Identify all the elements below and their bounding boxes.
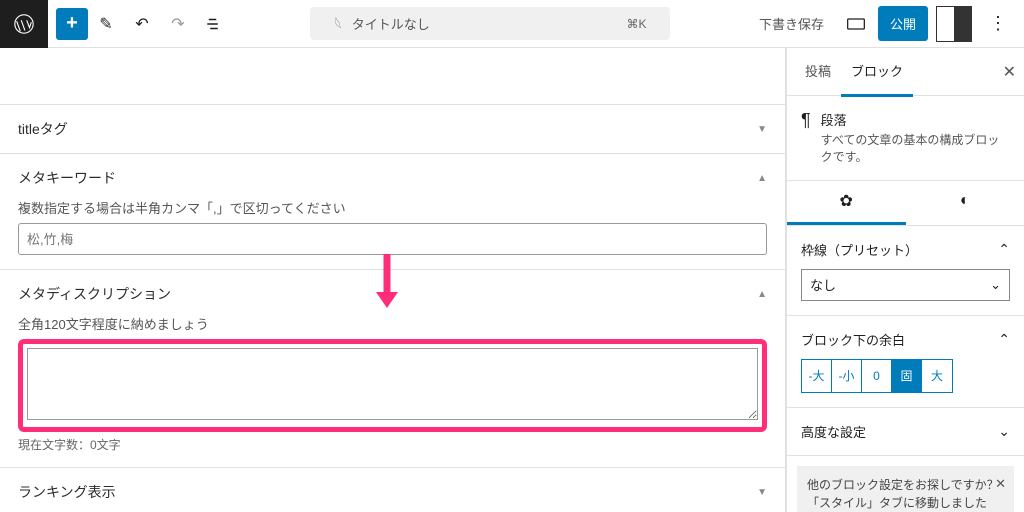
chevron-up-icon: ▲ bbox=[757, 173, 767, 184]
margin-option[interactable]: -大 bbox=[802, 360, 832, 392]
publish-button[interactable]: 公開 bbox=[878, 6, 928, 41]
gear-icon: ✿ bbox=[840, 191, 853, 211]
document-title: タイトルなし bbox=[352, 14, 430, 33]
subtab-styles[interactable]: ◐ bbox=[906, 181, 1024, 225]
panel-label: 枠線（プリセット） bbox=[801, 240, 918, 259]
sidebar-toggle-icon[interactable] bbox=[936, 6, 972, 42]
chevron-down-icon: ▼ bbox=[757, 487, 767, 498]
editor-topbar: + ✎ ↶ ↷ 𓆩 タイトルなし ⌘K 下書き保存 公開 ⋮ bbox=[0, 0, 1024, 48]
margin-button-group: -大-小0固大 bbox=[801, 359, 953, 393]
panel-ranking: ランキング表示 ▼ bbox=[0, 467, 785, 512]
help-text: 複数指定する場合は半角カンマ「,」で区切ってください bbox=[18, 198, 767, 217]
panel-meta-description: メタディスクリプション ▲ 全角120文字程度に納めましょう 現在文字数：0文字 bbox=[0, 269, 785, 467]
close-icon[interactable]: ✕ bbox=[1003, 62, 1016, 82]
preset-select[interactable]: なし ⌄ bbox=[801, 269, 1010, 301]
panel-label: titleタグ bbox=[18, 119, 68, 139]
highlighted-frame bbox=[18, 339, 767, 432]
panel-border-preset: 枠線（プリセット） ⌃ なし ⌄ bbox=[787, 226, 1024, 316]
chevron-up-icon: ⌃ bbox=[998, 241, 1010, 258]
more-menu-icon[interactable]: ⋮ bbox=[980, 6, 1016, 42]
panel-label: メタディスクリプション bbox=[18, 284, 171, 304]
margin-option[interactable]: -小 bbox=[832, 360, 862, 392]
help-text: 全角120文字程度に納めましょう bbox=[18, 314, 767, 333]
contrast-icon: ◐ bbox=[960, 192, 970, 210]
char-counter: 現在文字数：0文字 bbox=[18, 436, 767, 453]
margin-option[interactable]: 大 bbox=[922, 360, 952, 392]
chevron-down-icon: ▼ bbox=[757, 124, 767, 135]
margin-option[interactable]: 0 bbox=[862, 360, 892, 392]
margin-option[interactable]: 固 bbox=[892, 360, 922, 392]
meta-keywords-input[interactable] bbox=[18, 223, 767, 255]
subtab-settings[interactable]: ✿ bbox=[787, 181, 906, 225]
undo-icon[interactable]: ↶ bbox=[124, 6, 160, 42]
dismiss-icon[interactable]: ✕ bbox=[995, 474, 1006, 494]
panel-title-tag: titleタグ ▼ bbox=[0, 104, 785, 153]
document-title-bar[interactable]: 𓆩 タイトルなし ⌘K bbox=[310, 7, 670, 40]
shortcut-hint: ⌘K bbox=[626, 17, 646, 31]
panel-label: 高度な設定 bbox=[801, 422, 866, 441]
panel-label: メタキーワード bbox=[18, 168, 116, 188]
block-title: 段落 bbox=[821, 110, 1010, 129]
wp-logo-icon[interactable] bbox=[0, 0, 48, 48]
chevron-up-icon: ▲ bbox=[757, 289, 767, 300]
chevron-down-icon: ⌄ bbox=[998, 423, 1010, 440]
meta-description-textarea[interactable] bbox=[27, 348, 758, 420]
panel-label: ランキング表示 bbox=[18, 482, 116, 502]
redo-icon: ↷ bbox=[160, 6, 196, 42]
info-notice: 他のブロック設定をお探しですか？「スタイル」タブに移動しました ✕ bbox=[797, 466, 1014, 512]
pen-icon: 𓆩 bbox=[334, 13, 341, 34]
edit-mode-icon[interactable]: ✎ bbox=[88, 6, 124, 42]
editor-content: titleタグ ▼ メタキーワード ▲ 複数指定する場合は半角カンマ「,」で区切… bbox=[0, 48, 786, 512]
panel-block-margin: ブロック下の余白 ⌃ -大-小0固大 bbox=[787, 316, 1024, 408]
settings-sidebar: 投稿 ブロック ✕ ¶ 段落 すべての文章の基本の構成ブロックです。 ✿ ◐ 枠… bbox=[786, 48, 1024, 512]
outline-icon[interactable] bbox=[196, 6, 232, 42]
block-subdesc: すべての文章の基本の構成ブロックです。 bbox=[821, 132, 1010, 166]
tab-block[interactable]: ブロック bbox=[841, 48, 913, 97]
preview-icon[interactable] bbox=[838, 6, 874, 42]
chevron-down-icon: ⌄ bbox=[990, 277, 1001, 293]
paragraph-icon: ¶ bbox=[801, 110, 811, 166]
panel-meta-keywords: メタキーワード ▲ 複数指定する場合は半角カンマ「,」で区切ってください bbox=[0, 153, 785, 269]
panel-advanced: 高度な設定 ⌄ bbox=[787, 408, 1024, 456]
panel-label: ブロック下の余白 bbox=[801, 330, 905, 349]
save-draft-button[interactable]: 下書き保存 bbox=[749, 8, 834, 39]
add-block-button[interactable]: + bbox=[56, 8, 88, 40]
chevron-up-icon: ⌃ bbox=[998, 331, 1010, 348]
block-description: ¶ 段落 すべての文章の基本の構成ブロックです。 bbox=[787, 96, 1024, 181]
tab-post[interactable]: 投稿 bbox=[795, 48, 841, 97]
